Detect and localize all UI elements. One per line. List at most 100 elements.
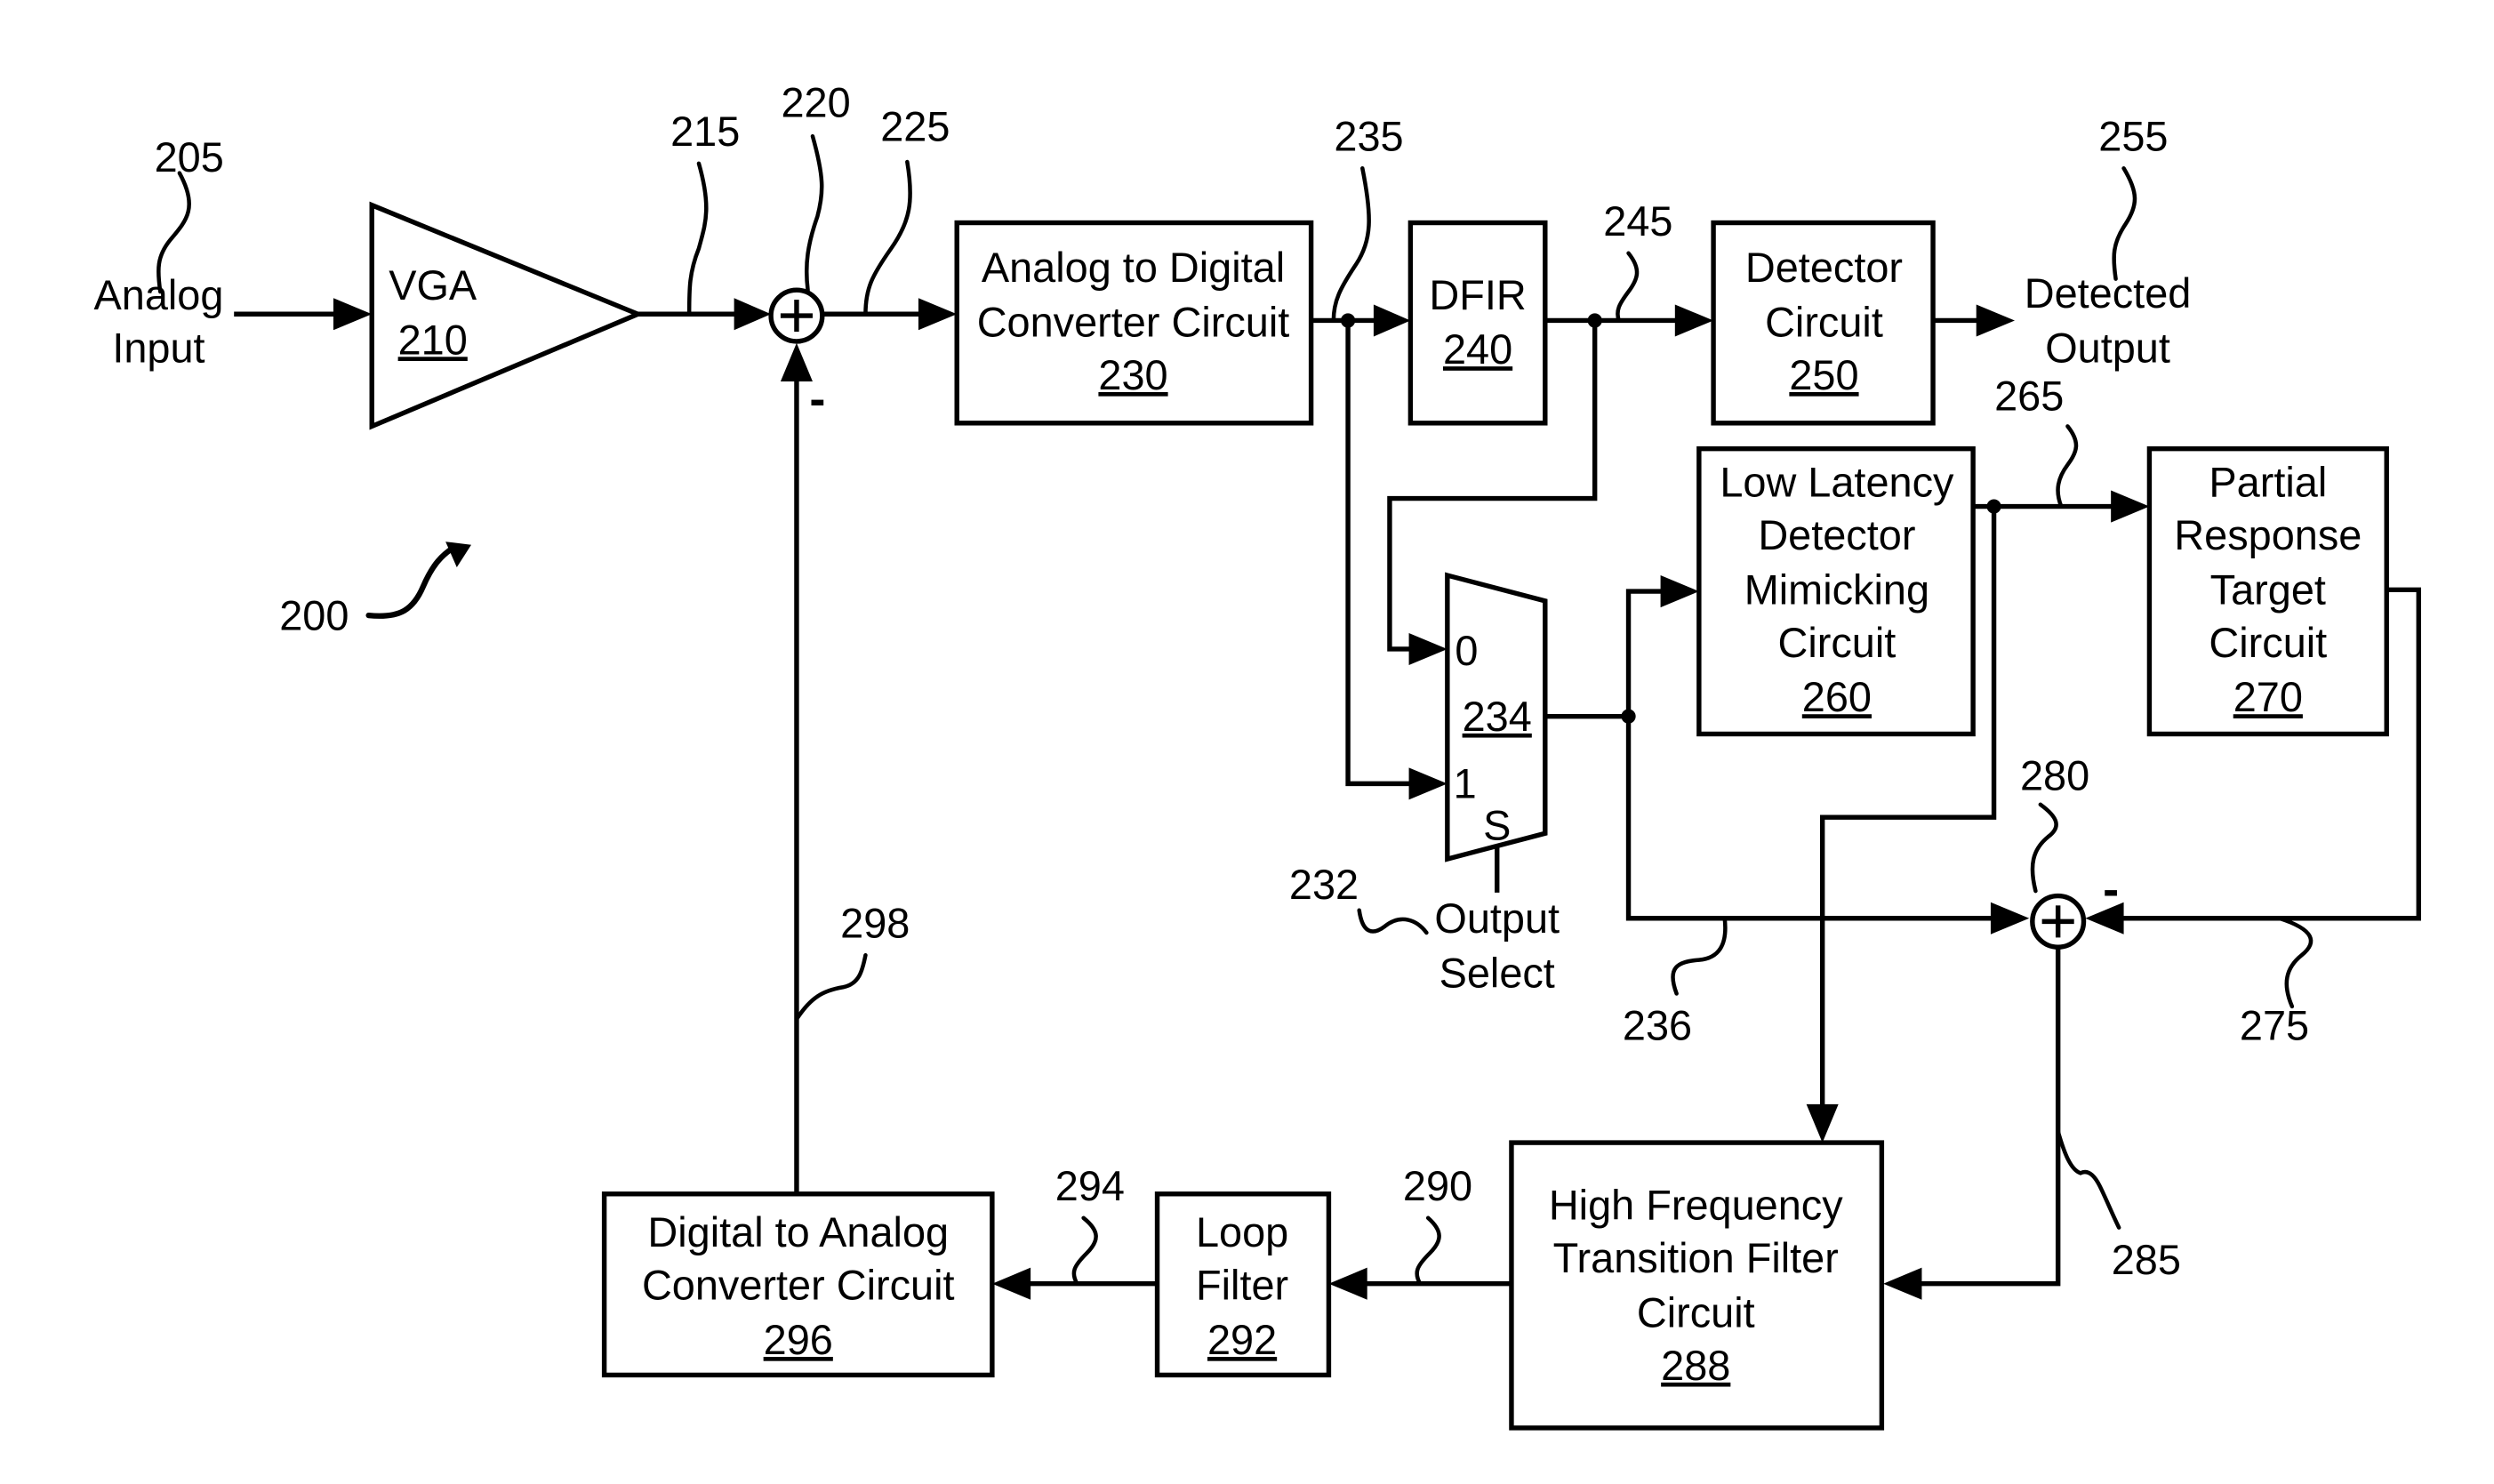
detected-output: Detected Output — [2025, 270, 2192, 371]
output-select-line1: Output — [1434, 895, 1560, 942]
leader-275 — [2277, 916, 2314, 1009]
leader-294 — [1071, 1215, 1098, 1286]
low-latency-line2: Detector — [1758, 512, 1915, 558]
leader-232 — [1357, 908, 1429, 935]
leader-290 — [1415, 1215, 1441, 1286]
leader-265 — [2056, 424, 2079, 509]
leader-285 — [2056, 1129, 2121, 1230]
leader-255 — [2112, 165, 2137, 281]
arrowhead-loop-in — [1328, 1267, 1367, 1300]
dfir-label: DFIR — [1429, 272, 1526, 318]
arrowhead-lld-in — [1660, 575, 1699, 608]
wire-adc-to-mux-1 — [1345, 320, 1419, 787]
dac-label-line1: Digital to Analog — [647, 1209, 949, 1255]
adc-label-line2: Converter Circuit — [977, 300, 1290, 346]
vga-triangle — [369, 201, 645, 430]
low-latency-line1: Low Latency — [1720, 460, 1954, 506]
arrowhead-hf-top — [1806, 1103, 1839, 1143]
arrowhead-vga-in — [333, 298, 373, 331]
dfir-box — [1407, 220, 1548, 426]
block-diagram: VGA 210 - Analog to Digital Converter Ci… — [0, 0, 2494, 1484]
ref-290: 290 — [1403, 1163, 1472, 1209]
ref-200: 200 — [279, 592, 349, 638]
arrowhead-pr-in — [2111, 490, 2150, 523]
detected-output-line2: Output — [2045, 325, 2170, 371]
dac-block: Digital to Analog Converter Circuit 296 — [601, 1191, 995, 1378]
low-latency-block: Low Latency Detector Mimicking Circuit 2… — [1696, 445, 1976, 737]
mux-ref: 234 — [1463, 694, 1532, 740]
mux-block: 0 234 1 S — [1445, 572, 1548, 862]
arrowhead-summer280-left — [1990, 902, 2030, 935]
summing-junction-280: - — [2030, 862, 2119, 950]
loop-filter-line2: Filter — [1196, 1263, 1288, 1309]
leader-298 — [794, 952, 868, 1022]
mux-input-1: 1 — [1454, 761, 1477, 807]
dfir-block: DFIR 240 — [1407, 220, 1548, 426]
low-latency-line3: Mimicking — [1744, 566, 1929, 613]
wire-mux-to-lld — [1625, 589, 1671, 717]
leader-235 — [1331, 165, 1371, 323]
wire-285 — [1917, 947, 2061, 1287]
arrowhead-summer220-bottom — [780, 342, 813, 381]
dac-label-line2: Converter Circuit — [642, 1263, 955, 1309]
ref-265: 265 — [1994, 373, 2064, 419]
partial-response-line2: Response — [2174, 512, 2362, 558]
hf-filter-line3: Circuit — [1637, 1289, 1755, 1336]
arrowhead-detected-output — [1976, 304, 2015, 337]
hf-filter-line2: Transition Filter — [1553, 1235, 1839, 1281]
arrowhead-200 — [445, 541, 471, 568]
arrowhead-detector-in — [1674, 304, 1714, 337]
arrowhead-summer-in — [734, 298, 772, 331]
output-select-line2: Select — [1439, 950, 1555, 996]
leader-200 — [365, 543, 459, 619]
ref-255: 255 — [2098, 113, 2168, 159]
adc-block: Analog to Digital Converter Circuit 230 — [954, 220, 1314, 426]
partial-response-block: Partial Response Target Circuit 270 — [2146, 445, 2389, 737]
arrowhead-adc-in — [918, 298, 958, 331]
partial-response-line3: Target — [2210, 566, 2326, 613]
loop-filter-block: Loop Filter 292 — [1154, 1191, 1332, 1378]
output-select: Output Select — [1434, 895, 1560, 996]
low-latency-line4: Circuit — [1777, 620, 1896, 666]
ref-236: 236 — [1623, 1003, 1692, 1049]
partial-response-ref: 270 — [2233, 674, 2303, 720]
leader-225 — [863, 159, 912, 317]
arrowhead-mux-1 — [1408, 767, 1447, 800]
ref-205: 205 — [155, 134, 224, 180]
hf-filter-block: High Frequency Transition Filter Circuit… — [1509, 1140, 1885, 1431]
partial-response-line4: Circuit — [2209, 620, 2327, 666]
leader-245 — [1616, 251, 1640, 323]
hf-filter-line1: High Frequency — [1549, 1183, 1843, 1229]
partial-response-line1: Partial — [2209, 460, 2327, 506]
detector-label-line1: Detector — [1745, 245, 1903, 291]
ref-285: 285 — [2112, 1237, 2181, 1283]
vga-ref: 210 — [398, 317, 468, 363]
leader-220 — [805, 133, 824, 293]
arrowhead-hf-right — [1883, 1267, 1922, 1300]
leader-215 — [686, 161, 709, 317]
leader-280 — [2030, 802, 2058, 894]
vga-label: VGA — [389, 262, 477, 309]
ref-220: 220 — [781, 80, 850, 126]
arrowhead-dfir-in — [1373, 304, 1411, 337]
loop-filter-ref: 292 — [1207, 1317, 1277, 1363]
loop-filter-line1: Loop — [1196, 1209, 1288, 1255]
arrowhead-dac-in — [991, 1267, 1031, 1300]
ref-294: 294 — [1055, 1163, 1125, 1209]
ref-225: 225 — [880, 104, 950, 150]
adc-label-line1: Analog to Digital — [982, 245, 1285, 291]
detector-ref: 250 — [1789, 352, 1858, 398]
arrowhead-mux-0 — [1408, 632, 1447, 665]
ref-275: 275 — [2240, 1003, 2309, 1049]
leader-236 — [1671, 916, 1728, 996]
wires — [234, 298, 2421, 1300]
mux-select: S — [1483, 802, 1511, 848]
hf-filter-ref: 288 — [1661, 1343, 1730, 1389]
ref-232: 232 — [1289, 862, 1359, 908]
low-latency-ref: 260 — [1802, 674, 1872, 720]
dac-ref: 296 — [764, 1317, 833, 1363]
mux-input-0: 0 — [1455, 628, 1478, 674]
ref-280: 280 — [2020, 753, 2089, 799]
detector-label-line2: Circuit — [1765, 300, 1883, 346]
detected-output-line1: Detected — [2025, 270, 2192, 317]
